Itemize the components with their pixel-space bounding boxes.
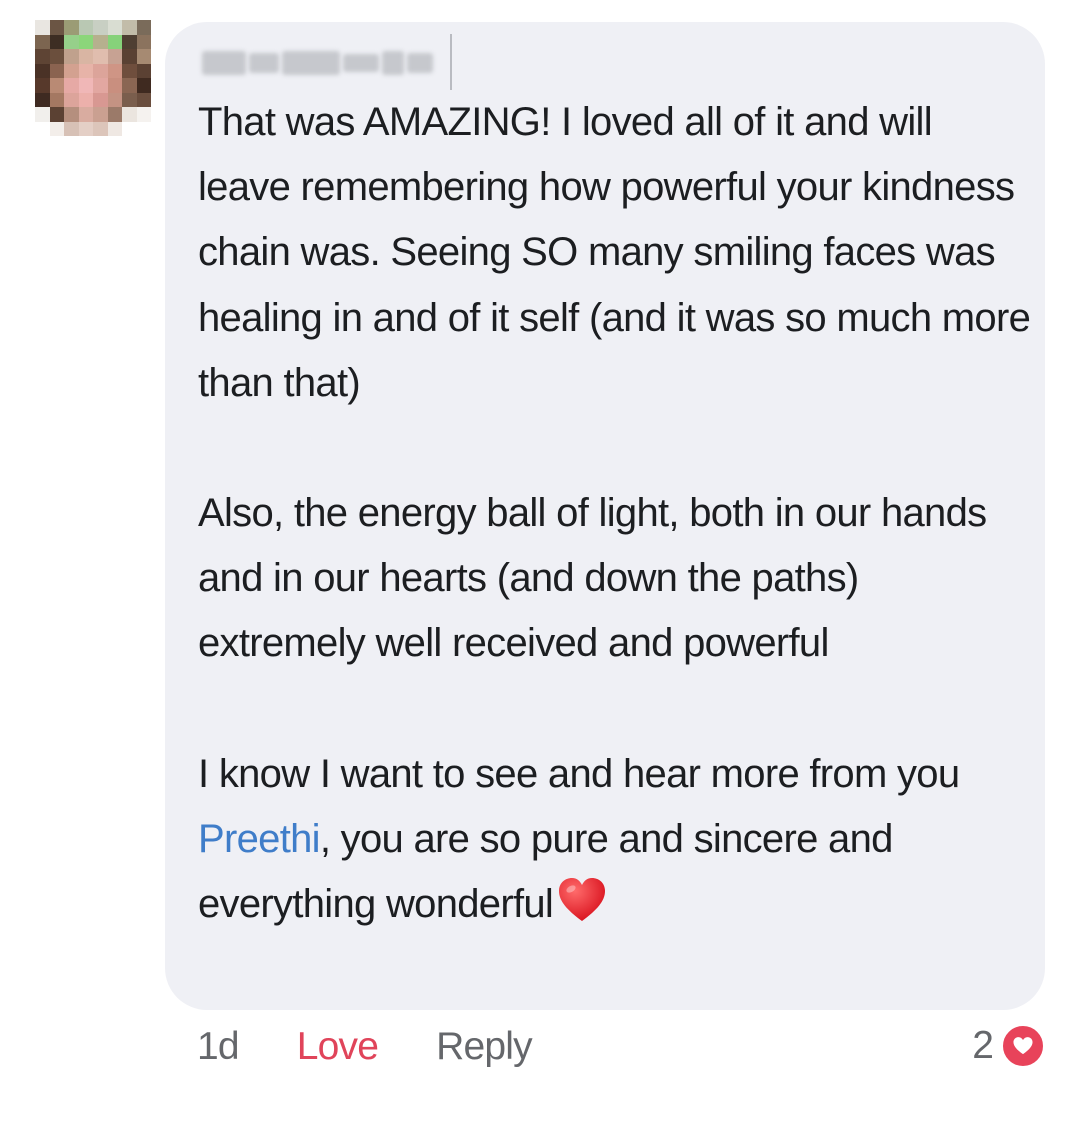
comment-bubble: That was AMAZING! I loved all of it and … bbox=[165, 22, 1045, 1010]
reaction-count: 2 bbox=[972, 1024, 994, 1067]
comment-paragraph: I know I want to see and hear more from … bbox=[198, 742, 1033, 938]
comment-actions: 1d Love Reply bbox=[197, 1023, 533, 1071]
name-divider bbox=[450, 34, 452, 90]
reaction-summary[interactable]: 2 bbox=[972, 1020, 1046, 1072]
reply-button[interactable]: Reply bbox=[436, 1025, 533, 1069]
timestamp[interactable]: 1d bbox=[197, 1025, 240, 1069]
mention-link[interactable]: Preethi bbox=[198, 817, 321, 861]
comment-text: That was AMAZING! I loved all of it and … bbox=[198, 90, 1033, 937]
paragraph-text: I know I want to see and hear more from … bbox=[198, 751, 960, 796]
author-name[interactable] bbox=[202, 46, 434, 80]
avatar[interactable] bbox=[35, 20, 151, 136]
red-heart-emoji-icon bbox=[557, 877, 607, 923]
love-button[interactable]: Love bbox=[297, 1025, 379, 1069]
heart-icon bbox=[1000, 1023, 1046, 1069]
comment-paragraph: That was AMAZING! I loved all of it and … bbox=[198, 100, 1031, 405]
comment-paragraph: Also, the energy ball of light, both in … bbox=[198, 491, 987, 666]
